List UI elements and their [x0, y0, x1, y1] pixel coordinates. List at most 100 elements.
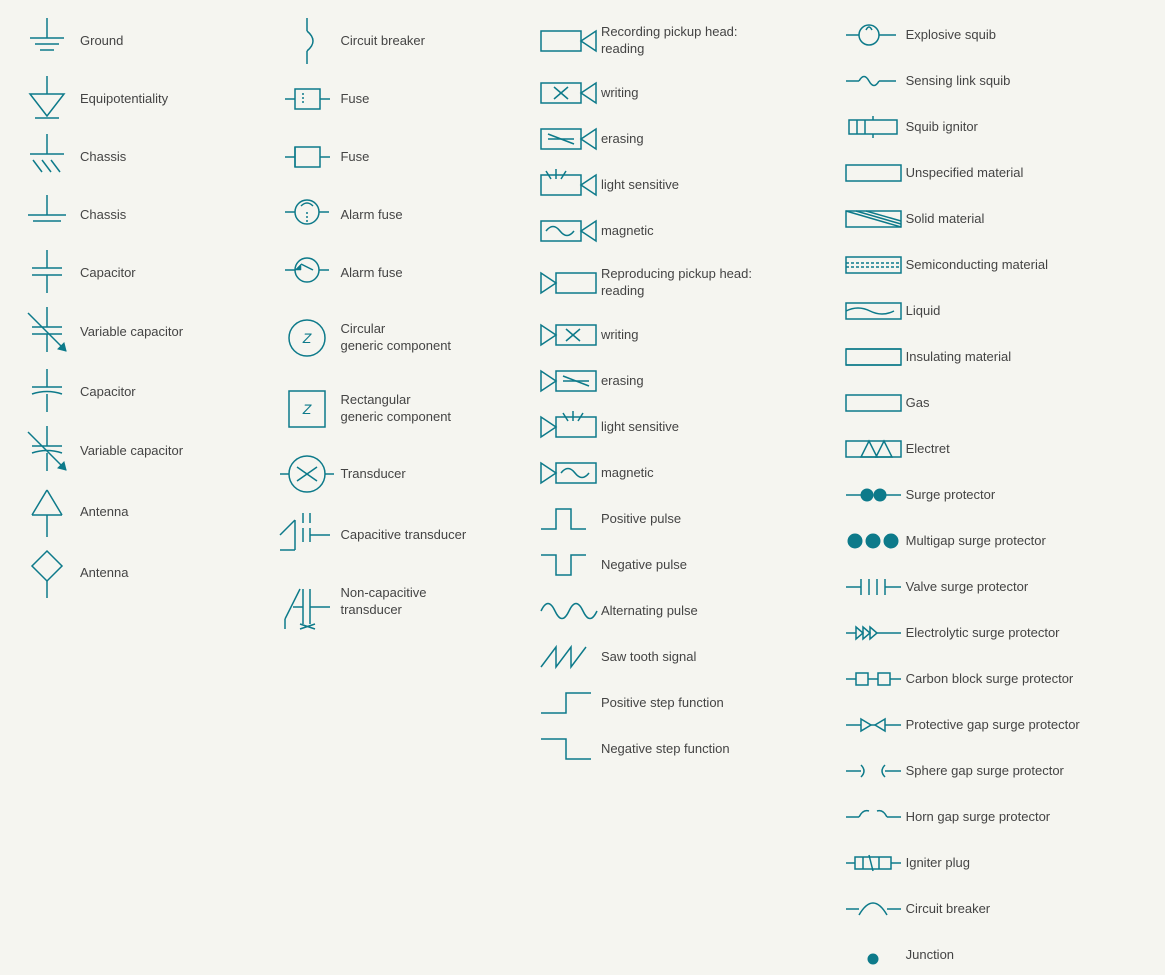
recording-writing-icon	[536, 74, 601, 112]
column-3: Recording pickup head:reading writing	[531, 10, 836, 717]
recording-magnetic-icon	[536, 212, 601, 250]
negative-pulse-label: Negative pulse	[601, 557, 831, 574]
multigap-surge-label: Multigap surge protector	[906, 533, 1150, 550]
sphere-gap-surge-row: Sphere gap surge protector	[841, 751, 1150, 791]
ground-row: Ground	[15, 15, 265, 67]
alarm-fuse2-icon	[275, 248, 340, 298]
squib-ignitor-icon	[841, 108, 906, 146]
variable-capacitor2-row: Variable capacitor	[15, 424, 265, 479]
recording-erasing-icon	[536, 120, 601, 158]
recording-writing-row: writing	[536, 73, 831, 113]
ground-label: Ground	[80, 33, 265, 50]
positive-step-icon	[536, 683, 601, 723]
variable-capacitor1-icon	[15, 305, 80, 360]
fuse1-icon	[275, 77, 340, 122]
recording-magnetic-row: magnetic	[536, 211, 831, 251]
capacitive-transducer-row: Capacitive transducer	[275, 508, 525, 563]
positive-pulse-row: Positive pulse	[536, 499, 831, 539]
unspecified-material-row: Unspecified material	[841, 153, 1150, 193]
chassis1-icon	[15, 132, 80, 182]
recording-light-icon	[536, 166, 601, 204]
electret-icon	[841, 433, 906, 465]
multigap-surge-row: Multigap surge protector	[841, 521, 1150, 561]
positive-step-label: Positive step function	[601, 695, 831, 712]
reproducing-reading-label: Reproducing pickup head:reading	[601, 266, 831, 300]
rectangular-generic-row: Z Rectangular generic component	[275, 376, 525, 441]
antenna2-icon	[15, 546, 80, 601]
semiconducting-material-row: Semiconducting material	[841, 245, 1150, 285]
reproducing-reading-icon	[536, 263, 601, 303]
capacitor2-label: Capacitor	[80, 384, 265, 401]
antenna1-label: Antenna	[80, 504, 265, 521]
junction-row: Junction	[841, 935, 1150, 975]
saw-tooth-icon	[536, 637, 601, 677]
reproducing-magnetic-label: magnetic	[601, 465, 831, 482]
chassis2-label: Chassis	[80, 207, 265, 224]
transducer-label: Transducer	[340, 466, 525, 483]
igniter-plug-row: Igniter plug	[841, 843, 1150, 883]
solid-material-icon	[841, 203, 906, 235]
non-capacitive-transducer-row: Non-capacitive transducer	[275, 569, 525, 634]
junction-label: Junction	[906, 947, 1150, 964]
transducer-icon	[275, 447, 340, 502]
alarm-fuse2-row: Alarm fuse	[275, 247, 525, 299]
electret-row: Electret	[841, 429, 1150, 469]
antenna2-label: Antenna	[80, 565, 265, 582]
gas-icon	[841, 387, 906, 419]
circular-generic-row: Z Circular generic component	[275, 305, 525, 370]
equipotentiality-label: Equipotentiality	[80, 91, 265, 108]
equipotentiality-icon	[15, 74, 80, 124]
column-4: Explosive squib Sensing link squib	[836, 10, 1155, 717]
chassis1-label: Chassis	[80, 149, 265, 166]
liquid-label: Liquid	[906, 303, 1150, 320]
main-page: Ground Equipotentiality	[0, 0, 1165, 727]
reproducing-light-row: light sensitive	[536, 407, 831, 447]
squib-ignitor-row: Squib ignitor	[841, 107, 1150, 147]
surge-protector-label: Surge protector	[906, 487, 1150, 504]
negative-step-icon	[536, 729, 601, 769]
recording-light-row: light sensitive	[536, 165, 831, 205]
semiconducting-material-label: Semiconducting material	[906, 257, 1150, 274]
sensing-link-squib-row: Sensing link squib	[841, 61, 1150, 101]
reproducing-erasing-row: erasing	[536, 361, 831, 401]
solid-material-row: Solid material	[841, 199, 1150, 239]
sphere-gap-surge-label: Sphere gap surge protector	[906, 763, 1150, 780]
alarm-fuse2-label: Alarm fuse	[340, 265, 525, 282]
non-capacitive-transducer-icon	[275, 569, 340, 634]
alarm-fuse1-row: Alarm fuse	[275, 189, 525, 241]
transducer-row: Transducer	[275, 447, 525, 502]
carbon-block-surge-label: Carbon block surge protector	[906, 671, 1150, 688]
sphere-gap-surge-icon	[841, 755, 906, 787]
recording-light-label: light sensitive	[601, 177, 831, 194]
sensing-link-squib-icon	[841, 62, 906, 100]
gas-row: Gas	[841, 383, 1150, 423]
variable-capacitor2-icon	[15, 424, 80, 479]
svg-text:Z: Z	[302, 401, 312, 417]
fuse2-label: Fuse	[340, 149, 525, 166]
surge-protector-row: Surge protector	[841, 475, 1150, 515]
fuse2-icon	[275, 135, 340, 180]
negative-step-label: Negative step function	[601, 741, 831, 758]
negative-pulse-icon	[536, 545, 601, 585]
valve-surge-icon	[841, 571, 906, 603]
recording-writing-label: writing	[601, 85, 831, 102]
positive-pulse-label: Positive pulse	[601, 511, 831, 528]
electrolytic-surge-icon	[841, 617, 906, 649]
recording-erasing-label: erasing	[601, 131, 831, 148]
horn-gap-surge-icon	[841, 801, 906, 833]
reproducing-writing-icon	[536, 316, 601, 354]
valve-surge-label: Valve surge protector	[906, 579, 1150, 596]
insulating-material-row: Insulating material	[841, 337, 1150, 377]
liquid-row: Liquid	[841, 291, 1150, 331]
positive-step-row: Positive step function	[536, 683, 831, 723]
alternating-pulse-row: Alternating pulse	[536, 591, 831, 631]
antenna1-row: Antenna	[15, 485, 265, 540]
reproducing-reading-row: Reproducing pickup head:reading	[536, 257, 831, 309]
multigap-surge-icon	[841, 525, 906, 557]
recording-magnetic-label: magnetic	[601, 223, 831, 240]
circular-generic-icon: Z	[275, 308, 340, 368]
alternating-pulse-label: Alternating pulse	[601, 603, 831, 620]
antenna2-row: Antenna	[15, 546, 265, 601]
electret-label: Electret	[906, 441, 1150, 458]
alarm-fuse1-icon	[275, 190, 340, 240]
